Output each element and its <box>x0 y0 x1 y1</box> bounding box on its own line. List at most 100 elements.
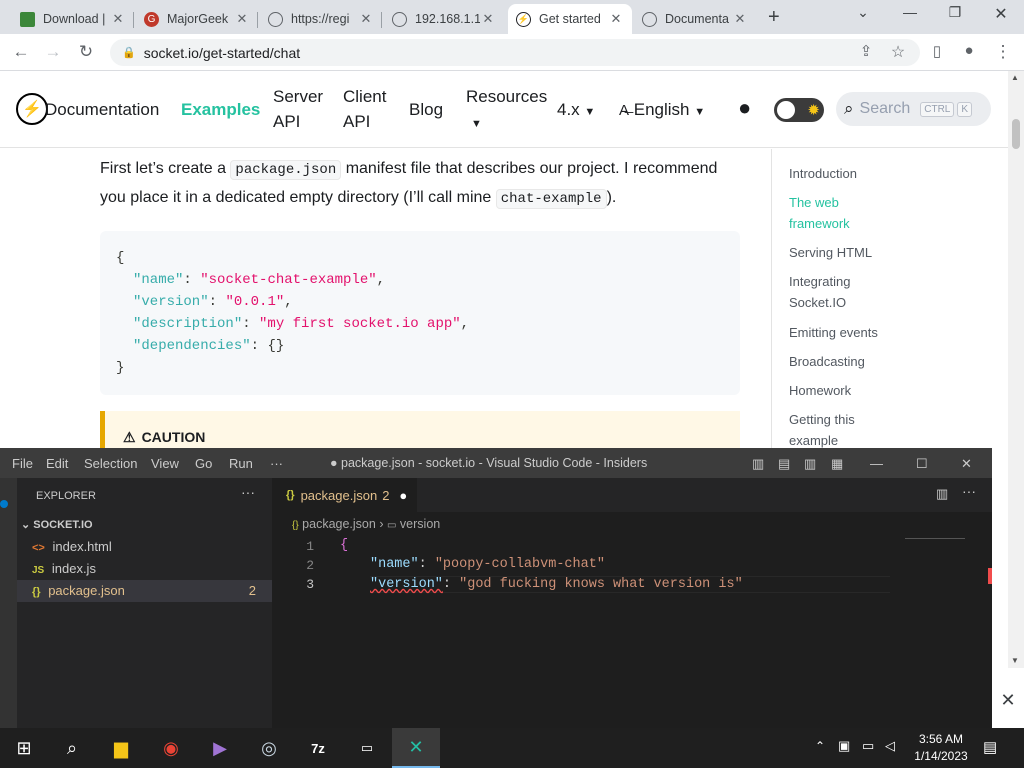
nav-version[interactable]: 4.x ▼ <box>557 97 595 125</box>
unsaved-dot-icon[interactable]: ● <box>399 488 407 503</box>
editor-area: {} package.json 2 ● ▥ ··· {} package.jso… <box>272 478 992 728</box>
windows-start-icon[interactable]: ⊞ <box>0 728 48 768</box>
toc-item-active[interactable]: The web framework <box>789 192 899 234</box>
chrome-icon[interactable]: ◉ <box>147 728 195 768</box>
toc-item[interactable]: Broadcasting <box>789 351 899 372</box>
toc-item[interactable]: Homework <box>789 380 899 401</box>
problems-badge: 2 <box>248 583 256 598</box>
minimize-icon[interactable]: — <box>895 4 925 20</box>
share-icon[interactable]: ⇪ <box>855 42 877 60</box>
toc-item[interactable]: Serving HTML <box>789 242 899 263</box>
forward-icon[interactable]: → <box>42 42 64 62</box>
code-punct: , <box>460 316 470 332</box>
customize-layout-icon[interactable]: ▦ <box>831 456 843 472</box>
show-hidden-icons-chevron-icon[interactable]: ⌃ <box>815 739 825 753</box>
menu-view[interactable]: View <box>151 456 179 471</box>
breadcrumb-file[interactable]: package.json <box>302 517 376 531</box>
toggle-sidebar-icon[interactable]: ▥ <box>752 456 764 472</box>
browser-tab[interactable]: Download | ✕ <box>12 4 134 34</box>
menu-run[interactable]: Run <box>229 456 253 471</box>
display-icon[interactable]: ▭ <box>862 738 874 754</box>
socketio-logo-icon[interactable]: ⚡ <box>16 93 48 125</box>
green-hexagon-icon <box>20 11 35 27</box>
menu-more[interactable]: ··· <box>270 456 283 471</box>
menu-selection[interactable]: Selection <box>84 456 137 471</box>
system-clock[interactable]: 3:56 AM 1/14/2023 <box>912 731 970 765</box>
nav-examples[interactable]: Examples <box>181 97 260 122</box>
7zip-icon[interactable]: 7z <box>294 728 342 768</box>
menu-kebab-icon[interactable]: ⋮ <box>992 42 1014 62</box>
code-line-current[interactable]: "version": "god fucking knows what versi… <box>370 576 890 593</box>
close-window-icon[interactable]: ✕ <box>986 4 1016 24</box>
visual-studio-icon[interactable]: ▶ <box>196 728 244 768</box>
minimap[interactable] <box>905 538 965 542</box>
scrollbar-thumb[interactable] <box>1012 119 1020 149</box>
nav-client-api[interactable]: Client API <box>343 84 386 134</box>
browser-tab[interactable]: Documenta ✕ <box>634 4 756 34</box>
vscode-insiders-icon[interactable]: ✕ <box>392 728 440 768</box>
search-icon[interactable]: ⌕ <box>48 728 96 768</box>
scroll-down-icon[interactable]: ▼ <box>1011 656 1019 665</box>
close-tab-icon[interactable]: ✕ <box>608 11 624 27</box>
nav-documentation[interactable]: Documentation <box>45 97 159 122</box>
file-item[interactable]: <> index.html <box>17 536 272 558</box>
split-editor-icon[interactable]: ▥ <box>936 486 948 502</box>
scroll-up-icon[interactable]: ▲ <box>1011 73 1019 82</box>
toc-item[interactable]: Emitting events <box>789 322 899 343</box>
close-window-icon[interactable]: ✕ <box>961 456 972 472</box>
page-scrollbar[interactable]: ▲ ▼ <box>1008 71 1024 668</box>
close-tab-icon[interactable]: ✕ <box>358 11 374 27</box>
menu-go[interactable]: Go <box>195 456 212 471</box>
minimize-icon[interactable]: — <box>870 456 883 471</box>
nav-blog[interactable]: Blog <box>409 97 443 122</box>
editor-tab[interactable]: {} package.json 2 ● <box>272 478 417 512</box>
terminal-icon[interactable]: ▭ <box>343 728 391 768</box>
side-panel-icon[interactable]: ▯ <box>926 42 948 60</box>
restore-icon[interactable]: ❐ <box>940 4 970 21</box>
breadcrumb-symbol[interactable]: version <box>400 517 440 531</box>
close-tab-icon[interactable]: ✕ <box>732 11 748 27</box>
volume-icon[interactable]: ◁ <box>885 738 895 754</box>
more-actions-icon[interactable]: ··· <box>962 483 976 499</box>
nav-language[interactable]: A̶ English ▼ <box>619 97 705 125</box>
browser-tab-active[interactable]: ⚡ Get started ✕ <box>508 4 632 34</box>
back-icon[interactable]: ← <box>10 42 32 62</box>
menu-file[interactable]: File <box>12 456 33 471</box>
search-button[interactable]: ⌕ Search CTRL K <box>836 92 991 126</box>
reload-icon[interactable]: ↻ <box>75 42 97 62</box>
toc-item[interactable]: Getting this example <box>789 409 869 448</box>
notification-badge <box>0 500 8 508</box>
bookmark-star-icon[interactable]: ☆ <box>887 42 909 62</box>
dark-mode-toggle[interactable]: ✹ <box>774 98 824 122</box>
close-icon[interactable]: ✕ <box>992 680 1024 720</box>
toggle-panel-icon[interactable]: ▤ <box>778 456 790 472</box>
browser-tab[interactable]: https://regi ✕ <box>260 4 382 34</box>
close-tab-icon[interactable]: ✕ <box>234 11 250 27</box>
notification-center-icon[interactable]: ▤ <box>983 738 997 756</box>
folder-header[interactable]: ⌄ SOCKET.IO <box>17 515 272 535</box>
new-tab-icon[interactable]: + <box>768 6 780 29</box>
toggle-secondary-sidebar-icon[interactable]: ▥ <box>804 456 816 472</box>
file-item[interactable]: JS index.js <box>17 558 272 580</box>
network-icon[interactable]: ▣ <box>838 738 850 754</box>
close-tab-icon[interactable]: ✕ <box>480 11 496 27</box>
browser-tab[interactable]: G MajorGeek ✕ <box>136 4 258 34</box>
file-explorer-icon[interactable]: ▆ <box>97 728 145 768</box>
address-bar[interactable]: 🔒 socket.io/get-started/chat <box>110 39 920 66</box>
tab-search-chevron-icon[interactable]: ⌄ <box>848 4 878 21</box>
menu-edit[interactable]: Edit <box>46 456 68 471</box>
file-item-active[interactable]: {} package.json 2 <box>17 580 272 602</box>
github-icon[interactable]: ● <box>738 95 751 120</box>
nav-server-api[interactable]: Server API <box>273 84 323 134</box>
code-line[interactable]: "name": "poopy-collabvm-chat" <box>370 557 605 572</box>
close-tab-icon[interactable]: ✕ <box>110 11 126 27</box>
toc-item[interactable]: Integrating Socket.IO <box>789 271 899 313</box>
profile-icon[interactable]: ● <box>958 42 980 59</box>
more-actions-icon[interactable]: ··· <box>241 484 255 500</box>
steam-icon[interactable]: ◎ <box>245 728 293 768</box>
nav-resources[interactable]: Resources ▼ <box>466 84 547 137</box>
code-line[interactable]: { <box>340 538 348 553</box>
browser-tab[interactable]: 192.168.1.1 ✕ <box>384 4 504 34</box>
maximize-icon[interactable]: ☐ <box>916 456 928 472</box>
toc-item[interactable]: Introduction <box>789 163 899 184</box>
